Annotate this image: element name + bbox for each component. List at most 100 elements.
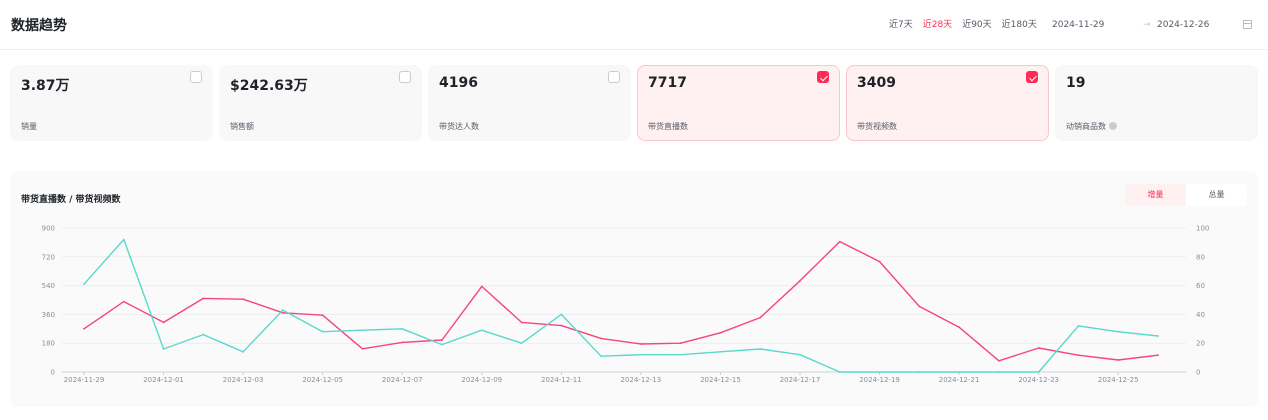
series-line-1 xyxy=(83,238,1159,373)
data-point xyxy=(878,371,881,373)
mode-toggle: 增量 总量 xyxy=(1125,184,1247,206)
header: 数据趋势 近7天 近28天 近90天 近180天 2024-11-29 → 20… xyxy=(0,0,1268,50)
data-point xyxy=(281,309,284,311)
data-point xyxy=(242,350,245,353)
y-left-tick-label: 360 xyxy=(42,311,55,319)
metric-value: 19 xyxy=(1066,75,1086,91)
data-point xyxy=(1077,325,1080,327)
x-tick-label: 2024-12-17 xyxy=(780,376,821,384)
metric-checkbox[interactable] xyxy=(608,71,620,83)
metric-card-live-streams[interactable]: 7717 带货直播数 xyxy=(637,65,840,141)
data-point xyxy=(401,327,404,330)
data-point xyxy=(361,329,364,332)
y-right-tick-label: 100 xyxy=(1196,225,1209,233)
x-tick-label: 2024-12-07 xyxy=(382,376,423,384)
metric-card-videos[interactable]: 3409 带货视频数 xyxy=(846,65,1049,141)
metric-checkbox-checked[interactable] xyxy=(1026,71,1038,83)
data-point xyxy=(639,343,642,345)
date-end-field[interactable]: 2024-12-26 xyxy=(1157,20,1209,30)
data-point xyxy=(639,353,642,356)
info-icon[interactable] xyxy=(1109,122,1117,130)
metric-checkbox-checked[interactable] xyxy=(817,71,829,83)
data-point xyxy=(1157,354,1159,357)
data-point xyxy=(122,300,125,303)
data-point xyxy=(600,355,603,358)
data-point xyxy=(838,240,841,243)
y-right-tick-label: 80 xyxy=(1196,253,1205,261)
x-tick-label: 2024-12-01 xyxy=(143,376,184,384)
y-left-tick-label: 180 xyxy=(42,340,55,348)
metric-card-active-products: 19 动销商品数 xyxy=(1055,65,1258,141)
data-point xyxy=(122,238,125,241)
range-180d-button[interactable]: 近180天 xyxy=(999,18,1040,32)
data-point xyxy=(1117,330,1120,333)
data-point xyxy=(958,371,961,373)
data-point xyxy=(1037,371,1040,373)
toggle-increment-button[interactable]: 增量 xyxy=(1125,184,1186,206)
range-7d-button[interactable]: 近7天 xyxy=(886,18,916,32)
metric-label: 带货直播数 xyxy=(648,122,688,131)
y-left-tick-label: 900 xyxy=(42,225,55,233)
data-point xyxy=(918,371,921,373)
calendar-icon[interactable] xyxy=(1243,20,1252,29)
toggle-total-button[interactable]: 总量 xyxy=(1186,184,1247,206)
metric-checkbox[interactable] xyxy=(399,71,411,83)
x-tick-label: 2024-12-03 xyxy=(223,376,264,384)
data-point xyxy=(480,329,483,332)
data-point xyxy=(83,327,85,330)
data-point xyxy=(1157,335,1159,337)
y-left-tick-label: 720 xyxy=(42,253,55,261)
y-right-tick-label: 20 xyxy=(1196,340,1205,348)
data-point xyxy=(759,348,762,350)
y-right-tick-label: 0 xyxy=(1196,369,1200,377)
metric-value: 3.87万 xyxy=(21,78,70,94)
data-point xyxy=(1037,347,1040,349)
metric-value: 7717 xyxy=(648,75,687,91)
data-point xyxy=(480,285,483,288)
x-tick-label: 2024-12-09 xyxy=(461,376,502,384)
date-range-picker[interactable]: 2024-11-29 → 2024-12-26 xyxy=(1045,12,1260,38)
metric-value: 3409 xyxy=(857,75,896,91)
data-point xyxy=(719,331,722,334)
metric-checkbox[interactable] xyxy=(190,71,202,83)
metric-card-creators[interactable]: 4196 带货达人数 xyxy=(428,65,631,141)
data-point xyxy=(441,343,443,346)
x-tick-label: 2024-12-23 xyxy=(1018,376,1059,384)
metric-value: $242.63万 xyxy=(230,78,308,94)
x-tick-label: 2024-12-11 xyxy=(541,376,582,384)
data-point xyxy=(162,348,165,350)
data-point xyxy=(520,321,523,324)
data-point xyxy=(1117,359,1120,361)
metric-label-row: 动销商品数 xyxy=(1066,121,1117,132)
data-point xyxy=(202,297,205,300)
data-point xyxy=(361,347,364,350)
data-point xyxy=(401,341,404,344)
metric-card-sales-volume[interactable]: 3.87万 销量 xyxy=(10,65,213,141)
data-point xyxy=(1077,354,1080,357)
date-start-field[interactable]: 2024-11-29 xyxy=(1052,20,1104,30)
data-point xyxy=(281,311,284,314)
page-title: 数据趋势 xyxy=(11,18,67,34)
data-point xyxy=(719,350,722,353)
data-point xyxy=(997,371,1000,373)
range-90d-button[interactable]: 近90天 xyxy=(959,18,994,32)
x-tick-label: 2024-12-15 xyxy=(700,376,741,384)
data-point xyxy=(162,321,165,324)
x-tick-label: 2024-12-21 xyxy=(939,376,980,384)
data-point xyxy=(202,333,205,336)
trend-chart-panel: 0 180 360 540 720 900 0 20 40 60 80 100 2024-11-29 20… xyxy=(10,171,1258,407)
range-28d-button[interactable]: 近28天 xyxy=(920,18,955,32)
data-point xyxy=(560,313,563,316)
data-point xyxy=(759,316,762,319)
data-point xyxy=(600,337,603,340)
data-point xyxy=(878,260,881,263)
data-point xyxy=(679,342,682,345)
data-point xyxy=(560,324,563,327)
metric-card-sales-amount[interactable]: $242.63万 销售额 xyxy=(219,65,422,141)
data-point xyxy=(520,342,523,345)
data-point xyxy=(958,326,961,329)
x-tick-label: 2024-12-19 xyxy=(859,376,900,384)
x-tick-label: 2024-12-13 xyxy=(621,376,662,384)
y-right-tick-label: 60 xyxy=(1196,282,1205,290)
data-point xyxy=(838,371,841,373)
